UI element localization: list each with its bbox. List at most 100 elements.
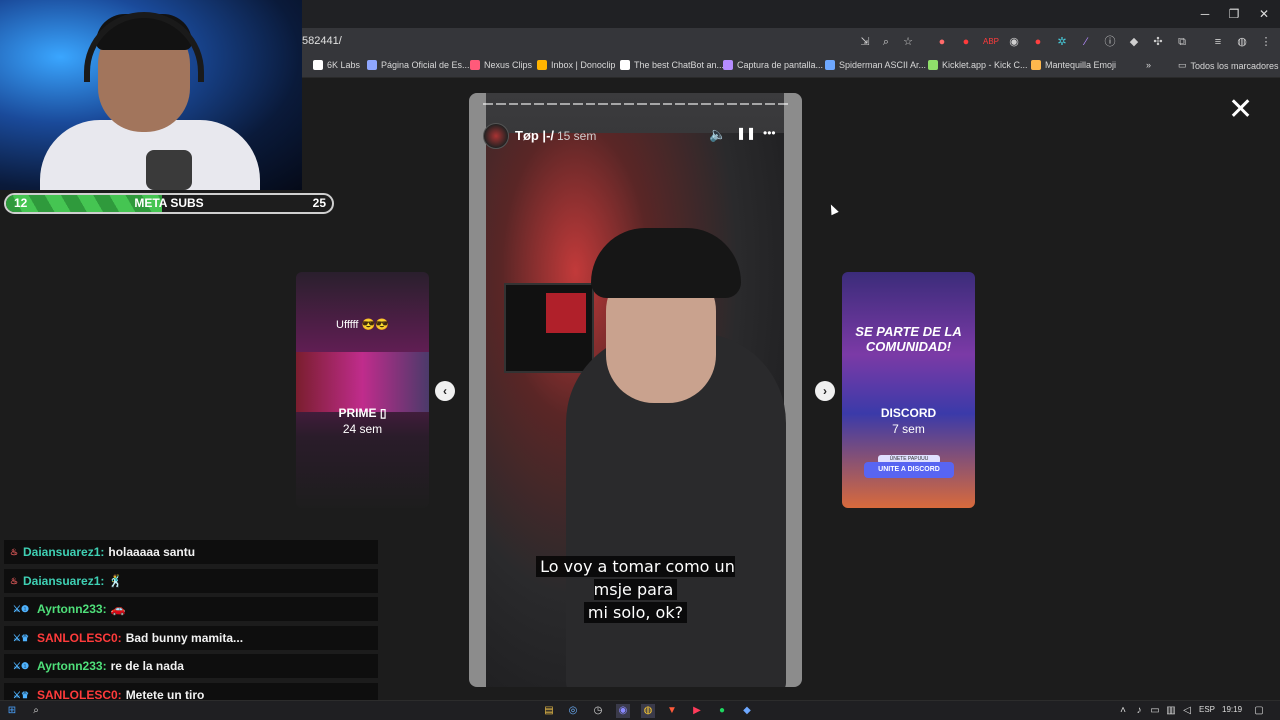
progress-segment — [675, 103, 686, 105]
spotify-icon[interactable]: ● — [715, 704, 729, 718]
prev-story-button[interactable]: ‹ — [435, 381, 455, 401]
mate-cup — [146, 150, 192, 190]
story-margin-right — [784, 93, 802, 687]
url-field[interactable]: 582441/ — [302, 35, 342, 47]
minimize-button[interactable]: ─ — [1190, 4, 1220, 24]
install-icon[interactable]: ⇲ — [858, 35, 872, 49]
bookmark-item[interactable]: 6K Labs — [313, 60, 360, 70]
extensions-icon[interactable]: ⧉ — [1175, 35, 1189, 49]
story-headline: SE PARTE DE LA COMUNIDAD! — [855, 324, 962, 354]
chat-username: Daiansuarez1: — [23, 573, 105, 588]
progress-segment — [713, 103, 724, 105]
restore-button[interactable]: ❐ — [1219, 4, 1249, 24]
progress-segment — [636, 103, 647, 105]
chat-text: 🚗 — [110, 602, 126, 616]
display-icon[interactable]: ▭ — [1148, 704, 1162, 718]
bookmark-label: Inbox | Donoclip — [551, 60, 616, 70]
microphone-icon[interactable]: ♪ — [1132, 704, 1146, 718]
language-indicator[interactable]: ESP — [1199, 705, 1215, 714]
current-story[interactable]: Tøp |-/ 15 sem 🔈 ❚❚ ••• Lo voy a tomar c… — [469, 93, 802, 687]
ext-5-icon[interactable]: ● — [1031, 35, 1045, 49]
chat-text: holaaaaa santu — [108, 545, 196, 559]
abp-icon[interactable]: ABP — [983, 35, 999, 49]
more-options-icon[interactable]: ••• — [763, 126, 776, 140]
taskbar: ⊞ ⌕ ▤ ◎ ◷ ◉ ◍ ▼ ▶ ● ◆ ˄ ♪ ▭ ▥ ◁ ESP 19:1… — [0, 700, 1280, 720]
all-bookmarks-label: Todos los marcadores — [1190, 60, 1279, 71]
discord-icon[interactable]: ◉ — [616, 704, 630, 718]
bookmark-label: The best ChatBot an... — [634, 60, 725, 70]
next-story-preview[interactable]: SE PARTE DE LA COMUNIDAD! DISCORD 7 sem … — [842, 272, 975, 508]
bookmark-item[interactable]: Kicklet.app - Kick C... — [928, 60, 1028, 70]
menu-list-icon[interactable]: ≡ — [1211, 35, 1225, 49]
headset — [84, 12, 204, 82]
kebab-icon[interactable]: ⋮ — [1259, 35, 1273, 49]
bookmark-favicon-icon — [825, 60, 835, 70]
progress-segment — [688, 103, 699, 105]
chrome-icon[interactable]: ◍ — [641, 704, 655, 718]
ext-4-icon[interactable]: ◉ — [1007, 35, 1021, 49]
pause-icon[interactable]: ❚❚ — [736, 126, 756, 140]
ext-6-icon[interactable]: ✲ — [1055, 35, 1069, 49]
bookmark-label: Kicklet.app - Kick C... — [942, 60, 1028, 70]
bookmark-item[interactable]: Nexus Clips — [470, 60, 532, 70]
bookmark-item[interactable]: The best ChatBot an... — [620, 60, 724, 70]
sub-goal-target: 25 — [312, 196, 326, 210]
chat-badge-icon: ⚔♛ — [12, 632, 30, 643]
ext-10-icon[interactable]: ✣ — [1151, 35, 1165, 49]
bookmark-favicon-icon — [928, 60, 938, 70]
clock-app-icon[interactable]: ◷ — [591, 704, 605, 718]
progress-segment — [598, 103, 609, 105]
sub-goal-label: META SUBS — [134, 196, 204, 210]
screen: ─ ❐ ✕ 582441/ ⇲ ⌕ ☆ ● ● ABP ◉ ● ✲ ∕ ⓘ ◆ … — [0, 0, 1280, 720]
network-icon[interactable]: ▥ — [1164, 704, 1178, 718]
ext-9-icon[interactable]: ◆ — [1127, 35, 1141, 49]
story-username[interactable]: Tøp |-/ — [515, 128, 554, 143]
bookmark-item[interactable]: Inbox | Donoclip — [537, 60, 615, 70]
sub-goal-bar: 12 META SUBS 25 — [4, 193, 334, 214]
progress-segment — [726, 103, 737, 105]
file-explorer-icon[interactable]: ▤ — [542, 704, 556, 718]
bookmark-label: Página Oficial de Es... — [381, 60, 470, 70]
all-bookmarks-button[interactable]: ▭ Todos los marcadores — [1178, 60, 1279, 71]
system-clock[interactable]: 19:19 — [1222, 705, 1242, 714]
ext-8-icon[interactable]: ⓘ — [1103, 35, 1117, 49]
progress-segment — [701, 103, 711, 105]
chat-message: ⚔❶ Ayrtonn233: re de la nada — [4, 654, 378, 678]
close-story-button[interactable]: ✕ — [1228, 95, 1253, 125]
chat-overlay: ♨ Daiansuarez1: holaaaaa santu ♨ Daiansuarez… — [4, 540, 378, 711]
ext-7-icon[interactable]: ∕ — [1079, 35, 1093, 49]
avatar[interactable] — [483, 123, 509, 149]
more-bookmarks-button[interactable]: » — [1146, 60, 1151, 70]
steam-icon[interactable]: ◎ — [566, 704, 580, 718]
brave-icon[interactable]: ▼ — [665, 704, 679, 718]
close-window-button[interactable]: ✕ — [1249, 4, 1279, 24]
app-icon[interactable]: ◆ — [740, 704, 754, 718]
ext-1-icon[interactable]: ● — [935, 35, 949, 49]
story-name: PRIME ▯ — [338, 406, 387, 420]
prev-story-preview[interactable]: Ufffff 😎😎 PRIME ▯ 24 sem — [296, 272, 429, 508]
bookmark-item[interactable]: Mantequilla Emoji — [1031, 60, 1116, 70]
story-timestamp: 15 sem — [557, 129, 597, 143]
bookmark-favicon-icon — [313, 60, 323, 70]
video-subtitle: Lo voy a tomar como un msje para mi solo… — [519, 555, 752, 624]
volume-icon[interactable]: ◁ — [1180, 704, 1194, 718]
profile-icon[interactable]: ◍ — [1235, 35, 1249, 49]
next-story-button[interactable]: › — [815, 381, 835, 401]
zoom-icon[interactable]: ⌕ — [879, 35, 893, 49]
notifications-icon[interactable]: ▢ — [1252, 704, 1266, 718]
subtitle-line-1: Lo voy a tomar como un msje para — [536, 556, 735, 600]
ext-2-icon[interactable]: ● — [959, 35, 973, 49]
bookmark-item[interactable]: Spiderman ASCII Ar... — [825, 60, 926, 70]
search-icon[interactable]: ⌕ — [29, 704, 43, 718]
background-monitor-screen — [546, 293, 586, 333]
bookmark-item[interactable]: Captura de pantalla... — [723, 60, 823, 70]
tray-overflow-icon[interactable]: ˄ — [1116, 704, 1130, 718]
bookmark-item[interactable]: Página Oficial de Es... — [367, 60, 470, 70]
chat-message: ⚔❶ Ayrtonn233: 🚗 — [4, 597, 378, 621]
bookmark-favicon-icon — [537, 60, 547, 70]
bookmark-favicon-icon — [470, 60, 480, 70]
mute-icon[interactable]: 🔈 — [709, 126, 726, 143]
star-icon[interactable]: ☆ — [901, 35, 915, 49]
media-icon[interactable]: ▶ — [690, 704, 704, 718]
start-icon[interactable]: ⊞ — [5, 704, 19, 718]
